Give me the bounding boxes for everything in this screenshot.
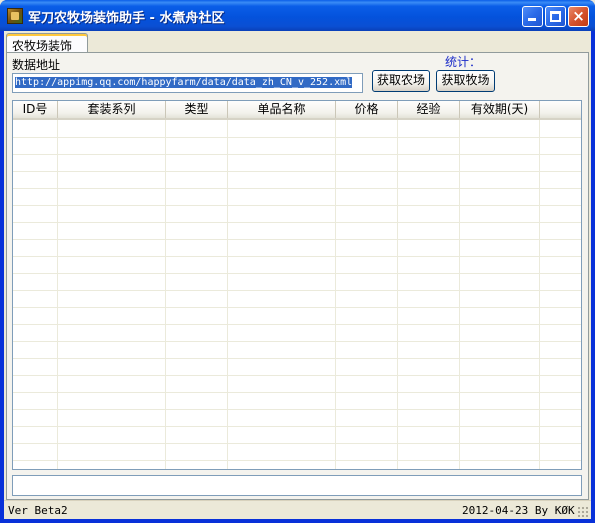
url-value: http://appimg.qq.com/happyfarm/data/data…: [15, 77, 353, 88]
grid-hline: [13, 222, 581, 223]
window-title: 军刀农牧场装饰助手 - 水煮舟社区: [28, 11, 225, 26]
minimize-button[interactable]: [522, 6, 543, 27]
grid-hline: [13, 188, 581, 189]
grid-hline: [13, 239, 581, 240]
minimize-icon: [528, 18, 536, 21]
grid-hline: [13, 443, 581, 444]
close-button[interactable]: ×: [568, 6, 589, 27]
status-bar: Ver Beta2 2012-04-23 By KØK: [4, 500, 591, 519]
grid-vline: [335, 120, 336, 469]
items-table[interactable]: ID号 套装系列 类型 单品名称 价格 经验 有效期(天): [12, 100, 582, 470]
grid-hline: [13, 324, 581, 325]
grid-hline: [13, 392, 581, 393]
get-ranch-button[interactable]: 获取牧场: [436, 70, 495, 92]
app-icon[interactable]: [7, 8, 23, 24]
grid-hline: [13, 409, 581, 410]
resize-grip-icon[interactable]: [577, 506, 588, 517]
grid-vline: [165, 120, 166, 469]
close-icon: ×: [572, 7, 585, 25]
data-address-label: 数据地址: [12, 58, 61, 72]
grid-hline: [13, 171, 581, 172]
grid-hline: [13, 375, 581, 376]
status-version: Ver Beta2: [8, 504, 68, 517]
grid-vline: [227, 120, 228, 469]
grid-hline: [13, 273, 581, 274]
output-box[interactable]: [12, 475, 582, 496]
grid-hline: [13, 307, 581, 308]
maximize-icon: [550, 11, 561, 22]
column-header-series[interactable]: 套装系列: [58, 101, 166, 118]
grid-vline: [539, 120, 540, 469]
grid-hline: [13, 205, 581, 206]
grid-hline: [13, 256, 581, 257]
table-body[interactable]: [13, 120, 581, 469]
get-farm-button[interactable]: 获取农场: [372, 70, 430, 92]
grid-vline: [57, 120, 58, 469]
tab-page: 数据地址 统计： http://appimg.qq.com/happyfarm/…: [6, 52, 589, 500]
tab-farm-decoration[interactable]: 农牧场装饰: [6, 33, 88, 53]
stats-label: 统计：: [445, 55, 482, 69]
column-header-exp[interactable]: 经验: [398, 101, 460, 118]
column-header-item-name[interactable]: 单品名称: [228, 101, 336, 118]
title-bar[interactable]: 军刀农牧场装饰助手 - 水煮舟社区 ×: [0, 0, 595, 31]
grid-vline: [397, 120, 398, 469]
grid-vline: [459, 120, 460, 469]
status-date-author: 2012-04-23 By KØK: [462, 504, 575, 517]
grid-hline: [13, 460, 581, 461]
maximize-button[interactable]: [545, 6, 566, 27]
column-header-price[interactable]: 价格: [336, 101, 398, 118]
grid-hline: [13, 137, 581, 138]
grid-hline: [13, 358, 581, 359]
column-header-id[interactable]: ID号: [13, 101, 58, 118]
data-url-input[interactable]: http://appimg.qq.com/happyfarm/data/data…: [12, 73, 363, 93]
table-header: ID号 套装系列 类型 单品名称 价格 经验 有效期(天): [13, 101, 581, 120]
main-window: 军刀农牧场装饰助手 - 水煮舟社区 × 农牧场装饰 数据地址 统计： http:…: [0, 0, 595, 523]
grid-hline: [13, 290, 581, 291]
client-area: 农牧场装饰 数据地址 统计： http://appimg.qq.com/happ…: [4, 31, 591, 519]
grid-hline: [13, 341, 581, 342]
column-header-validity[interactable]: 有效期(天): [460, 101, 540, 118]
grid-hline: [13, 426, 581, 427]
column-header-type[interactable]: 类型: [166, 101, 228, 118]
grid-hline: [13, 154, 581, 155]
